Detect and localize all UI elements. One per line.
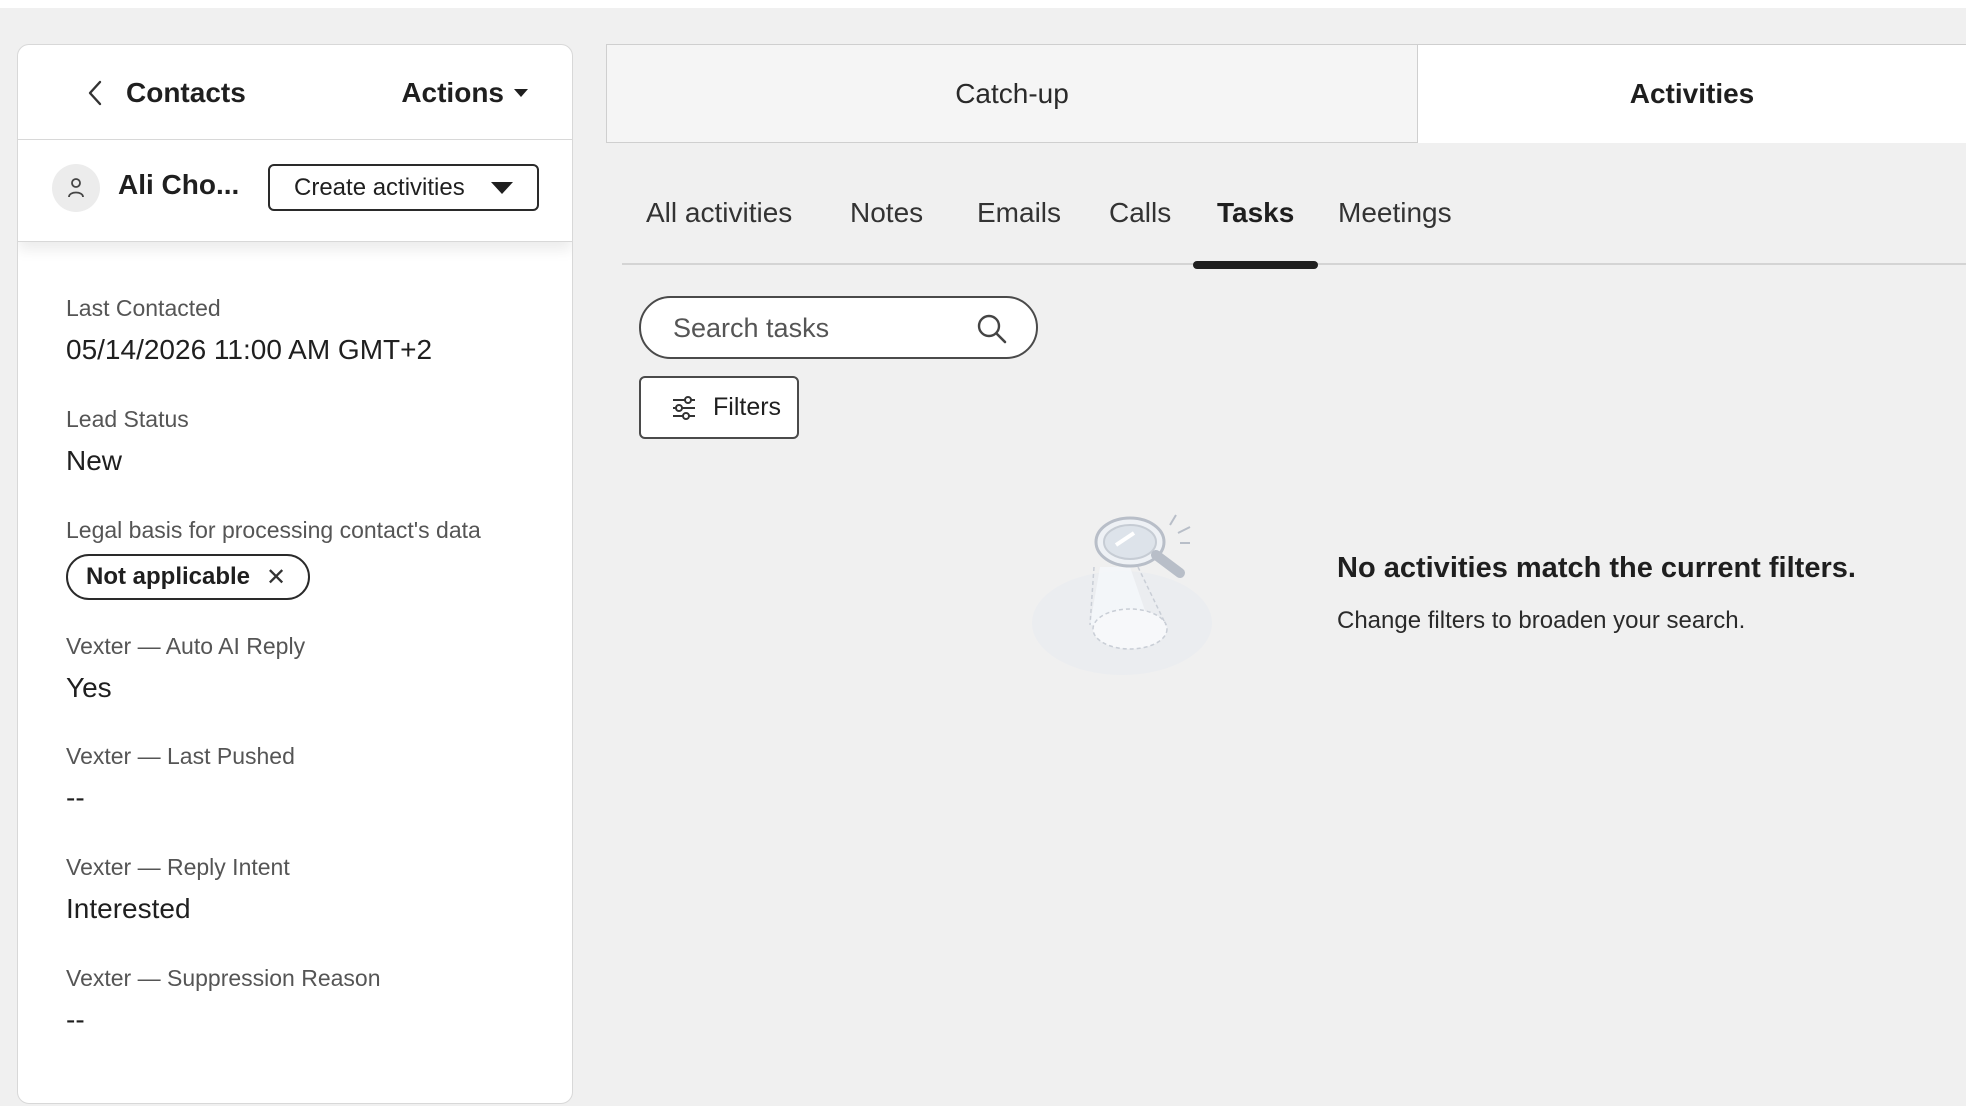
magnifying-glass-illustration-icon [1032,514,1212,675]
tab-notes[interactable]: Notes [850,190,923,265]
person-icon [68,178,84,198]
tab-catch-up[interactable]: Catch-up [606,44,1418,143]
property-label: Lead Status [66,406,189,432]
chip-label: Not applicable [86,563,251,590]
property-label: Vexter — Last Pushed [66,743,295,769]
caret-down-icon [514,89,528,97]
empty-state-subtitle: Change filters to broaden your search. [1337,607,1746,634]
search-input[interactable] [673,308,963,348]
property-last-contacted: Last Contacted 05/14/2026 11:00 AM GMT+2 [66,295,556,366]
property-value[interactable]: Interested [66,893,556,925]
remove-chip-icon[interactable]: ✕ [266,563,286,592]
tab-tasks[interactable]: Tasks [1192,190,1319,269]
contact-identity-row: Ali Cho... Create activities [18,141,572,241]
tab-activities[interactable]: Activities [1418,44,1966,143]
property-value[interactable]: -- [66,1004,556,1036]
sidebar-nav-row: Contacts Actions [18,45,572,140]
search-icon[interactable] [976,313,1008,345]
tab-emails[interactable]: Emails [977,190,1061,265]
actions-dropdown[interactable]: Actions [401,69,528,117]
property-value[interactable]: New [66,445,556,477]
contact-name[interactable]: Ali Cho... [118,169,248,201]
chevron-left-icon [88,80,102,106]
top-tab-bar: Catch-up Activities [606,44,1966,143]
caret-down-icon [491,182,513,194]
search-box [639,296,1038,359]
sidebar-header: Contacts Actions Ali Cho... Create activ… [18,45,572,242]
contact-sidebar: Contacts Actions Ali Cho... Create activ… [17,44,573,1104]
property-value[interactable]: Yes [66,672,556,704]
property-last-pushed: Vexter — Last Pushed -- [66,743,556,814]
property-label: Legal basis for processing contact's dat… [66,517,481,543]
property-auto-ai-reply: Vexter — Auto AI Reply Yes [66,633,556,704]
filters-label: Filters [713,393,782,421]
property-legal-basis: Legal basis for processing contact's dat… [66,517,556,600]
property-label: Vexter — Reply Intent [66,854,290,880]
empty-state-title: No activities match the current filters. [1337,552,1856,584]
back-label: Contacts [126,77,246,108]
property-lead-status: Lead Status New [66,406,556,477]
tab-meetings[interactable]: Meetings [1338,190,1452,265]
property-label: Last Contacted [66,295,221,321]
avatar [52,164,100,212]
property-reply-intent: Vexter — Reply Intent Interested [66,854,556,925]
create-activities-button[interactable]: Create activities [268,164,539,211]
activity-type-tabs: All activities Notes Emails Calls Tasks … [622,190,1966,269]
legal-basis-chip[interactable]: Not applicable ✕ [66,554,311,600]
create-activities-label: Create activities [294,173,465,201]
tab-all-activities[interactable]: All activities [646,190,792,265]
property-label: Vexter — Suppression Reason [66,965,381,991]
back-to-contacts-button[interactable]: Contacts [68,69,328,117]
property-label: Vexter — Auto AI Reply [66,633,306,659]
property-suppression-reason: Vexter — Suppression Reason -- [66,965,556,1036]
top-strip [0,0,1966,8]
actions-label: Actions [401,77,504,108]
tab-calls[interactable]: Calls [1109,190,1171,265]
property-value[interactable]: 05/14/2026 11:00 AM GMT+2 [66,334,556,366]
sliders-icon [673,395,695,420]
filters-button[interactable]: Filters [639,376,799,439]
property-value[interactable]: -- [66,782,556,814]
